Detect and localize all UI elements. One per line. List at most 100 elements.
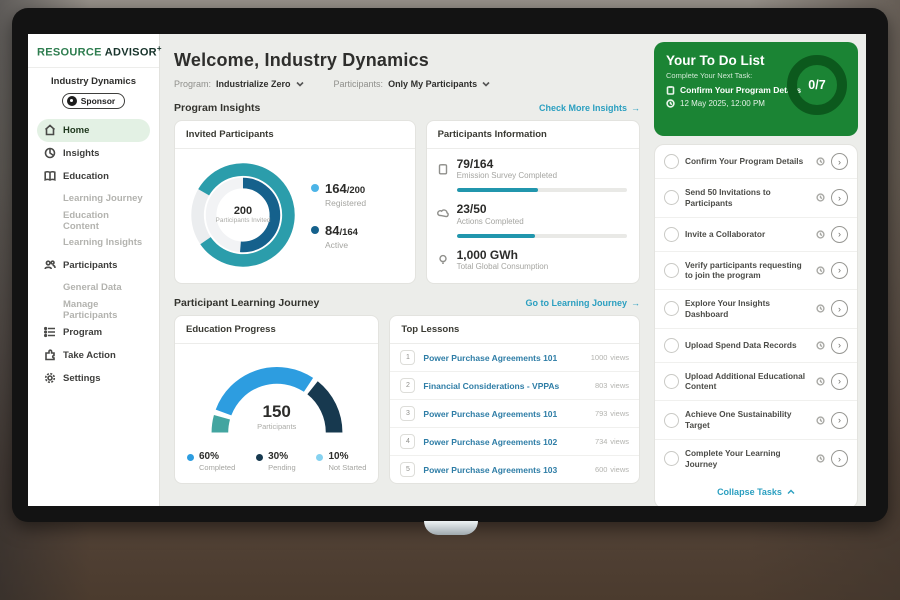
invited-donut-chart: 200 Participants Invited (185, 157, 301, 273)
lesson-title-link[interactable]: Power Purchase Agreements 103 (423, 465, 587, 475)
stat-label: Total Global Consumption (457, 262, 549, 271)
sidebar-item-education-content[interactable]: Education Content (37, 210, 150, 232)
views-suffix: views (610, 381, 629, 390)
check-more-insights-link[interactable]: Check More Insights → (539, 103, 640, 113)
sidebar-item-manage-participants[interactable]: Manage Participants (37, 299, 150, 321)
lesson-row-3[interactable]: 3 Power Purchase Agreements 101 793 view… (390, 400, 639, 428)
lesson-rank: 1 (400, 350, 415, 365)
home-icon (44, 124, 56, 136)
lesson-row-4[interactable]: 4 Power Purchase Agreements 102 734 view… (390, 428, 639, 456)
task-open-button[interactable]: › (831, 226, 848, 243)
sponsor-badge-label: Sponsor (81, 96, 115, 106)
views-suffix: views (610, 465, 629, 474)
sponsor-badge[interactable]: Sponsor (62, 93, 125, 109)
task-checkbox[interactable] (664, 451, 679, 466)
action-icon (44, 349, 56, 361)
lesson-views: 734 (595, 437, 608, 446)
todo-panel: Your To Do List Complete Your Next Task:… (654, 34, 866, 506)
actions-icon (437, 208, 449, 220)
divider (28, 67, 159, 68)
legend-label: Pending (268, 463, 296, 472)
legend-label: Registered (325, 198, 366, 208)
sidebar-item-learning-insights[interactable]: Learning Insights (37, 232, 150, 254)
org-name: Industry Dynamics (37, 76, 150, 87)
sidebar-item-insights[interactable]: Insights (37, 142, 150, 165)
legend-value: 30% (268, 451, 296, 463)
legend-dot-not-started (316, 454, 323, 461)
legend-value: 84 (325, 223, 339, 238)
task-checkbox[interactable] (664, 190, 679, 205)
legend-label: Not Started (328, 463, 366, 472)
task-checkbox[interactable] (664, 374, 679, 389)
task-open-button[interactable]: › (831, 412, 848, 429)
task-checkbox[interactable] (664, 338, 679, 353)
clock-icon (816, 157, 825, 166)
task-row-1: Confirm Your Program Details › (655, 145, 857, 179)
sidebar-item-learning-journey[interactable]: Learning Journey (37, 188, 150, 210)
legend-value: 164 (325, 181, 347, 196)
sidebar-item-home[interactable]: Home (37, 119, 150, 142)
logo-text-primary: RESOURCE (37, 47, 102, 59)
clock-icon (816, 266, 825, 275)
legend-label: Active (325, 240, 358, 250)
task-open-button[interactable]: › (831, 373, 848, 390)
task-checkbox[interactable] (664, 413, 679, 428)
legend-dot-registered (311, 184, 319, 192)
legend-item-not-started: 10% Not Started (316, 451, 366, 472)
task-checkbox[interactable] (664, 301, 679, 316)
section-title: Participant Learning Journey (174, 297, 319, 309)
lesson-title-link[interactable]: Financial Considerations - VPPAs (423, 381, 587, 391)
arrow-right-icon: → (631, 298, 640, 308)
sidebar-item-participants[interactable]: Participants (37, 254, 150, 277)
lesson-title-link[interactable]: Power Purchase Agreements 101 (423, 353, 582, 363)
task-checkbox[interactable] (664, 154, 679, 169)
collapse-tasks-button[interactable]: Collapse Tasks (655, 477, 857, 506)
top-lessons-card: Top Lessons 1 Power Purchase Agreements … (389, 315, 640, 484)
lesson-title-link[interactable]: Power Purchase Agreements 101 (423, 409, 587, 419)
clipboard-icon (666, 86, 675, 95)
task-open-button[interactable]: › (831, 337, 848, 354)
sidebar-item-label: Participants (63, 260, 117, 271)
sidebar-item-label: Take Action (63, 350, 116, 361)
sponsor-icon (67, 96, 77, 106)
sidebar-item-label: Settings (63, 373, 100, 384)
sidebar-item-label: Learning Journey (63, 193, 143, 204)
task-checkbox[interactable] (664, 263, 679, 278)
task-open-button[interactable]: › (831, 300, 848, 317)
task-open-button[interactable]: › (831, 153, 848, 170)
progress-fill (457, 188, 539, 192)
sidebar-item-program[interactable]: Program (37, 321, 150, 344)
sidebar-item-education[interactable]: Education (37, 165, 150, 188)
gauge-center-label: Participants (189, 422, 365, 431)
task-open-button[interactable]: › (831, 189, 848, 206)
lesson-title-link[interactable]: Power Purchase Agreements 102 (423, 437, 587, 447)
lesson-row-2[interactable]: 2 Financial Considerations - VPPAs 803 v… (390, 372, 639, 400)
clock-icon (816, 193, 825, 202)
lesson-row-1[interactable]: 1 Power Purchase Agreements 101 1000 vie… (390, 344, 639, 372)
sidebar-item-settings[interactable]: Settings (37, 367, 150, 390)
clock-icon (816, 454, 825, 463)
sidebar-item-general-data[interactable]: General Data (37, 277, 150, 299)
task-row-9: Complete Your Learning Journey › (655, 440, 857, 478)
gauge-center-value: 150 (189, 402, 365, 422)
sidebar-item-take-action[interactable]: Take Action (37, 344, 150, 367)
task-open-button[interactable]: › (831, 450, 848, 467)
task-label: Explore Your Insights Dashboard (685, 298, 810, 320)
views-suffix: views (610, 353, 629, 362)
dashboard-screen: RESOURCE ADVISOR+ Industry Dynamics Spon… (28, 34, 866, 506)
go-to-learning-journey-link[interactable]: Go to Learning Journey → (525, 298, 640, 308)
sidebar-item-label: Education Content (63, 210, 143, 232)
sidebar-item-label: Learning Insights (63, 237, 142, 248)
task-label: Upload Additional Educational Content (685, 371, 810, 393)
main-content: Welcome, Industry Dynamics Program: Indu… (160, 34, 654, 506)
lesson-row-5[interactable]: 5 Power Purchase Agreements 103 600 view… (390, 456, 639, 483)
task-open-button[interactable]: › (831, 262, 848, 279)
clipboard-icon (437, 163, 449, 175)
link-label: Check More Insights (539, 103, 627, 113)
bulb-icon (437, 254, 449, 266)
participants-dropdown[interactable]: Participants: Only My Participants (334, 79, 491, 89)
task-checkbox[interactable] (664, 227, 679, 242)
task-row-2: Send 50 Invitations to Participants › (655, 179, 857, 218)
todo-summary-card: Your To Do List Complete Your Next Task:… (654, 42, 858, 136)
program-dropdown[interactable]: Program: Industrialize Zero (174, 79, 304, 89)
